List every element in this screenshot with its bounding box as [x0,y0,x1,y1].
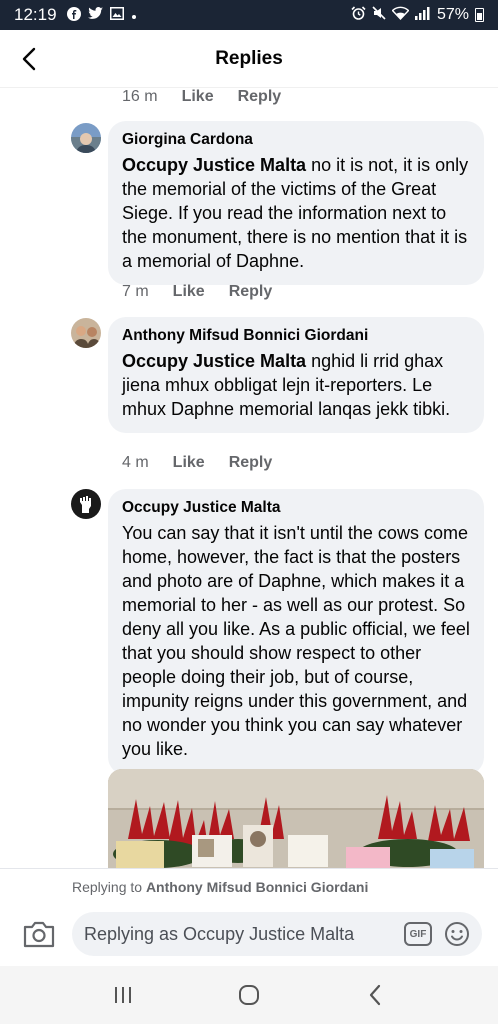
avatar[interactable] [71,123,101,153]
facebook-icon [66,6,81,24]
comment-time: 16 m [122,88,158,105]
system-nav-bar [0,966,498,1024]
back-button[interactable] [12,42,46,76]
comment-time: 4 m [122,454,149,471]
wifi-icon [391,6,410,25]
reply-input[interactable]: Replying as Occupy Justice Malta GIF [72,912,482,956]
battery-percent: 57% [436,6,469,23]
battery-icon [475,8,484,22]
replying-to-prefix: Replying to [72,879,146,895]
dot-icon [131,7,137,23]
status-time: 12:19 [14,5,57,24]
comment-author[interactable]: Anthony Mifsud Bonnici Giordani [122,327,470,345]
gallery-icon [109,7,124,23]
smiley-icon [445,922,469,946]
reply-input-placeholder[interactable]: Replying as Occupy Justice Malta [84,924,404,945]
replies-header: Replies [0,30,498,88]
twitter-icon [87,7,103,23]
comment-time: 7 m [122,283,149,300]
comment-actions: 4 m Like Reply [122,454,272,472]
status-right: 57% [351,5,484,25]
camera-icon [23,921,55,948]
system-back-button[interactable] [355,975,395,1015]
comment-actions: 7 m Like Reply [122,283,272,301]
comment-text: Occupy Justice Malta nghid li rrid ghax … [122,349,470,421]
reply-button[interactable]: Reply [229,454,273,472]
avatar[interactable] [71,489,101,519]
page-title: Replies [215,47,283,69]
like-button[interactable]: Like [182,88,214,106]
recent-apps-icon [115,987,131,1003]
back-icon [369,984,381,1006]
alarm-icon [351,5,366,25]
home-icon [239,985,259,1005]
comment-body: You can say that it isn't until the cows… [122,523,470,759]
recent-apps-button[interactable] [103,975,143,1015]
comment-text: Occupy Justice Malta no it is not, it is… [122,153,470,273]
comment-photo[interactable] [108,769,484,868]
status-bar: 12:19 57% [0,0,498,30]
comments-thread[interactable]: 16 m Like Reply Giorgina Cardona Occupy … [0,88,498,868]
comment-author[interactable]: Giorgina Cardona [122,131,470,149]
comment-bubble[interactable]: Anthony Mifsud Bonnici Giordani Occupy J… [108,317,484,433]
reply-button[interactable]: Reply [229,283,273,301]
back-arrow-icon [22,47,36,71]
replying-to-label: Replying to Anthony Mifsud Bonnici Giord… [72,879,368,895]
comment-bubble[interactable]: Occupy Justice Malta You can say that it… [108,489,484,775]
like-button[interactable]: Like [173,283,205,301]
home-button[interactable] [229,975,269,1015]
comment-bubble[interactable]: Giorgina Cardona Occupy Justice Malta no… [108,121,484,285]
comment-author[interactable]: Occupy Justice Malta [122,499,470,517]
mention-link[interactable]: Occupy Justice Malta [122,351,306,371]
mute-icon [372,5,386,25]
emoji-button[interactable] [444,921,470,947]
reply-button[interactable]: Reply [238,88,282,106]
comment-actions: 16 m Like Reply [122,88,281,106]
signal-icon [414,6,431,25]
mention-link[interactable]: Occupy Justice Malta [122,155,306,175]
gif-button[interactable]: GIF [404,922,432,946]
avatar[interactable] [71,318,101,348]
replying-to-name[interactable]: Anthony Mifsud Bonnici Giordani [146,879,368,895]
like-button[interactable]: Like [173,454,205,472]
reply-composer: Replying to Anthony Mifsud Bonnici Giord… [0,868,498,966]
camera-button[interactable] [22,919,56,949]
